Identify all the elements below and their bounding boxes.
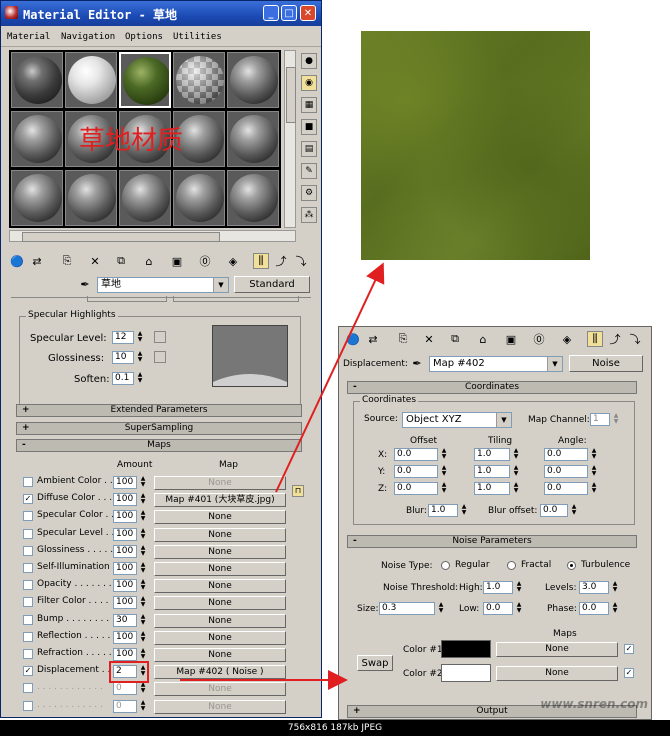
arrow-diffuse-to-texture bbox=[275, 262, 385, 493]
watermark: www.snren.com bbox=[540, 697, 648, 711]
annotation-arrows bbox=[180, 262, 385, 690]
status-bar: 756x816 187kb JPEG bbox=[0, 720, 670, 736]
